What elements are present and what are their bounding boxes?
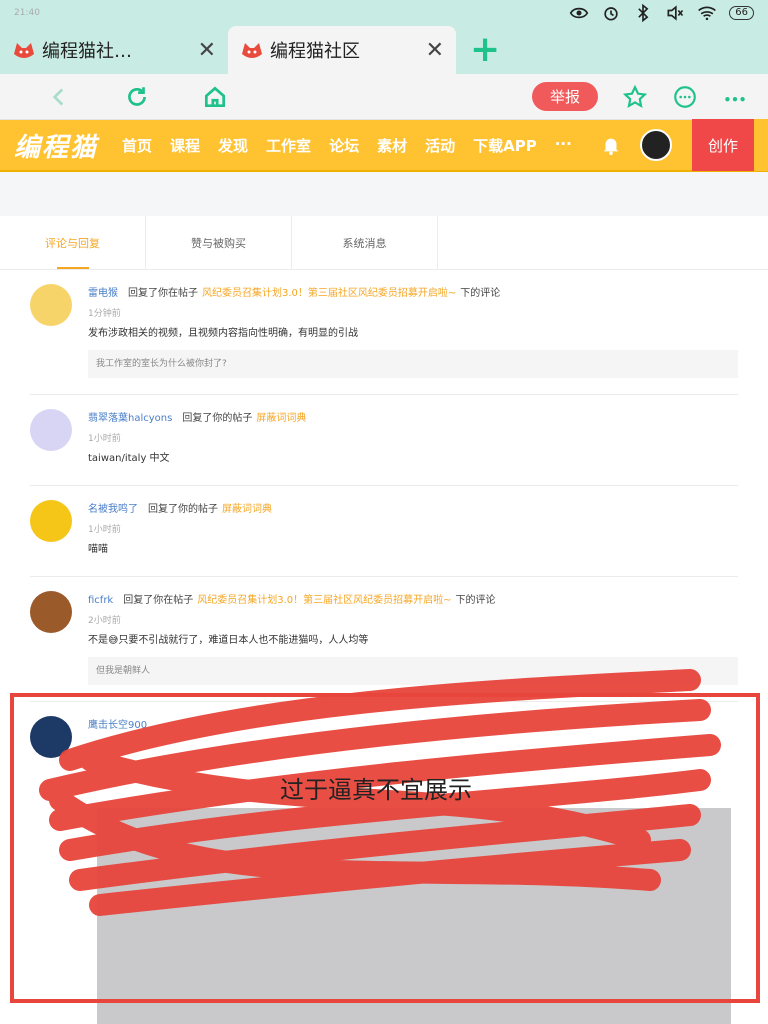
action-text: 回复了你在帖子 — [128, 288, 198, 299]
menu-studio[interactable]: 工作室 — [266, 135, 311, 156]
site-header: 编程猫 首页 课程 发现 工作室 论坛 素材 活动 下载APP ··· 创作 — [0, 119, 768, 172]
list-item: 翡翠落葉halcyons 回复了你的帖子 屏蔽词词典 1小时前 taiwan/ita… — [30, 395, 738, 486]
codemao-favicon-icon — [14, 43, 34, 58]
battery-indicator: 66 — [729, 6, 754, 20]
codemao-favicon-icon — [242, 43, 262, 58]
report-button[interactable]: 举报 — [531, 82, 598, 111]
bluetooth-icon — [638, 3, 649, 23]
menu-home[interactable]: 首页 — [122, 135, 152, 156]
timestamp: 1小时前 — [88, 525, 121, 535]
post-link[interactable]: 风纪委员召集计划3.0！第三届社区风纪委员招募开启啦~ — [197, 595, 451, 606]
post-link[interactable]: 屏蔽词词典 — [256, 413, 306, 424]
alarm-icon — [604, 7, 618, 21]
header-edge — [754, 119, 768, 171]
browser-tab[interactable]: 编程猫社… ✕ — [0, 26, 228, 74]
new-tab-button[interactable]: + — [456, 26, 514, 74]
close-icon[interactable]: ✕ — [198, 38, 216, 63]
suffix-text: 下的评论 — [455, 595, 496, 606]
refresh-icon[interactable] — [124, 84, 150, 110]
site-logo[interactable]: 编程猫 — [14, 127, 122, 164]
tab-title: 编程猫社区 — [270, 41, 360, 62]
suffix-text: 下的评论 — [460, 288, 501, 299]
create-button[interactable]: 创作 — [692, 119, 754, 171]
menu-events[interactable]: 活动 — [425, 135, 455, 156]
comment-content: 不是😅只要不引战就行了，难道日本人也不能进猫吗，人人均等 — [88, 635, 369, 646]
wifi-icon — [698, 6, 717, 21]
back-icon[interactable] — [46, 84, 72, 110]
censor-frame — [10, 693, 760, 1003]
comment-content: taiwan/italy 中文 — [88, 453, 170, 464]
username-link[interactable]: 翡翠落葉halcyons — [88, 413, 172, 424]
avatar[interactable] — [30, 409, 72, 451]
username-link[interactable]: 雷电猴 — [88, 288, 118, 299]
comment-icon[interactable] — [672, 84, 698, 110]
tab-system-messages[interactable]: 系统消息 — [292, 216, 438, 269]
status-bar: 21:40 66 — [0, 0, 768, 26]
username-link[interactable]: 名被我鸣了 — [88, 504, 138, 515]
post-link[interactable]: 风纪委员召集计划3.0！第三届社区风纪委员招募开启啦~ — [202, 288, 456, 299]
avatar[interactable] — [30, 500, 72, 542]
star-icon[interactable] — [622, 84, 648, 110]
more-icon[interactable] — [722, 84, 748, 110]
comment-content: 喵喵 — [88, 544, 108, 555]
timestamp: 1分钟前 — [88, 309, 121, 319]
eye-icon — [569, 7, 589, 19]
home-icon[interactable] — [202, 84, 228, 110]
post-link[interactable]: 屏蔽词词典 — [222, 504, 272, 515]
clock: 21:40 — [14, 8, 40, 18]
action-text: 回复了你的帖子 — [182, 413, 253, 424]
action-text: 回复了你在帖子 — [123, 595, 194, 606]
quoted-comment: 我工作室的室长为什么被你封了? — [88, 350, 738, 378]
message-tabs: 评论与回复 赞与被购买 系统消息 — [0, 216, 768, 270]
menu-assets[interactable]: 素材 — [377, 135, 407, 156]
avatar[interactable] — [30, 591, 72, 633]
quoted-comment: 但我是朝鲜人 — [88, 657, 738, 685]
username-link[interactable]: ficfrk — [88, 595, 113, 606]
list-item: 名被我鸣了 回复了你的帖子 屏蔽词词典 1小时前 喵喵 — [30, 486, 738, 577]
menu-forum[interactable]: 论坛 — [329, 135, 359, 156]
list-item: ficfrk 回复了你在帖子 风纪委员召集计划3.0！第三届社区风纪委员招募开启啦~… — [30, 577, 738, 702]
tab-likes-purchases[interactable]: 赞与被购买 — [146, 216, 292, 269]
tab-comments-replies[interactable]: 评论与回复 — [0, 216, 146, 269]
mute-icon — [667, 5, 684, 21]
site-menu: 首页 课程 发现 工作室 论坛 素材 活动 下载APP ··· — [122, 135, 572, 156]
action-text: 回复了你的帖子 — [148, 504, 218, 515]
close-icon[interactable]: ✕ — [426, 38, 444, 63]
censor-note: 过于逼真不宜展示 — [280, 776, 472, 804]
page-spacer — [0, 172, 768, 216]
user-avatar[interactable] — [640, 129, 672, 161]
browser-tab-active[interactable]: 编程猫社区 ✕ — [228, 26, 456, 74]
comment-content: 发布涉政相关的视频，且视频内容指向性明确，有明显的引战 — [88, 328, 358, 339]
avatar[interactable] — [30, 284, 72, 326]
tab-title: 编程猫社… — [42, 41, 132, 62]
list-item: 雷电猴 回复了你在帖子 风纪委员召集计划3.0！第三届社区风纪委员招募开启啦~ 下的评… — [30, 270, 738, 395]
menu-download-app[interactable]: 下载APP — [473, 135, 537, 156]
menu-courses[interactable]: 课程 — [170, 135, 200, 156]
browser-toolbar: 举报 — [0, 74, 768, 120]
browser-tab-strip: 编程猫社… ✕ 编程猫社区 ✕ + — [0, 26, 768, 74]
menu-more[interactable]: ··· — [555, 135, 572, 156]
timestamp: 2小时前 — [88, 616, 121, 626]
menu-discover[interactable]: 发现 — [218, 135, 248, 156]
bell-icon[interactable] — [600, 134, 622, 156]
timestamp: 1小时前 — [88, 434, 121, 444]
